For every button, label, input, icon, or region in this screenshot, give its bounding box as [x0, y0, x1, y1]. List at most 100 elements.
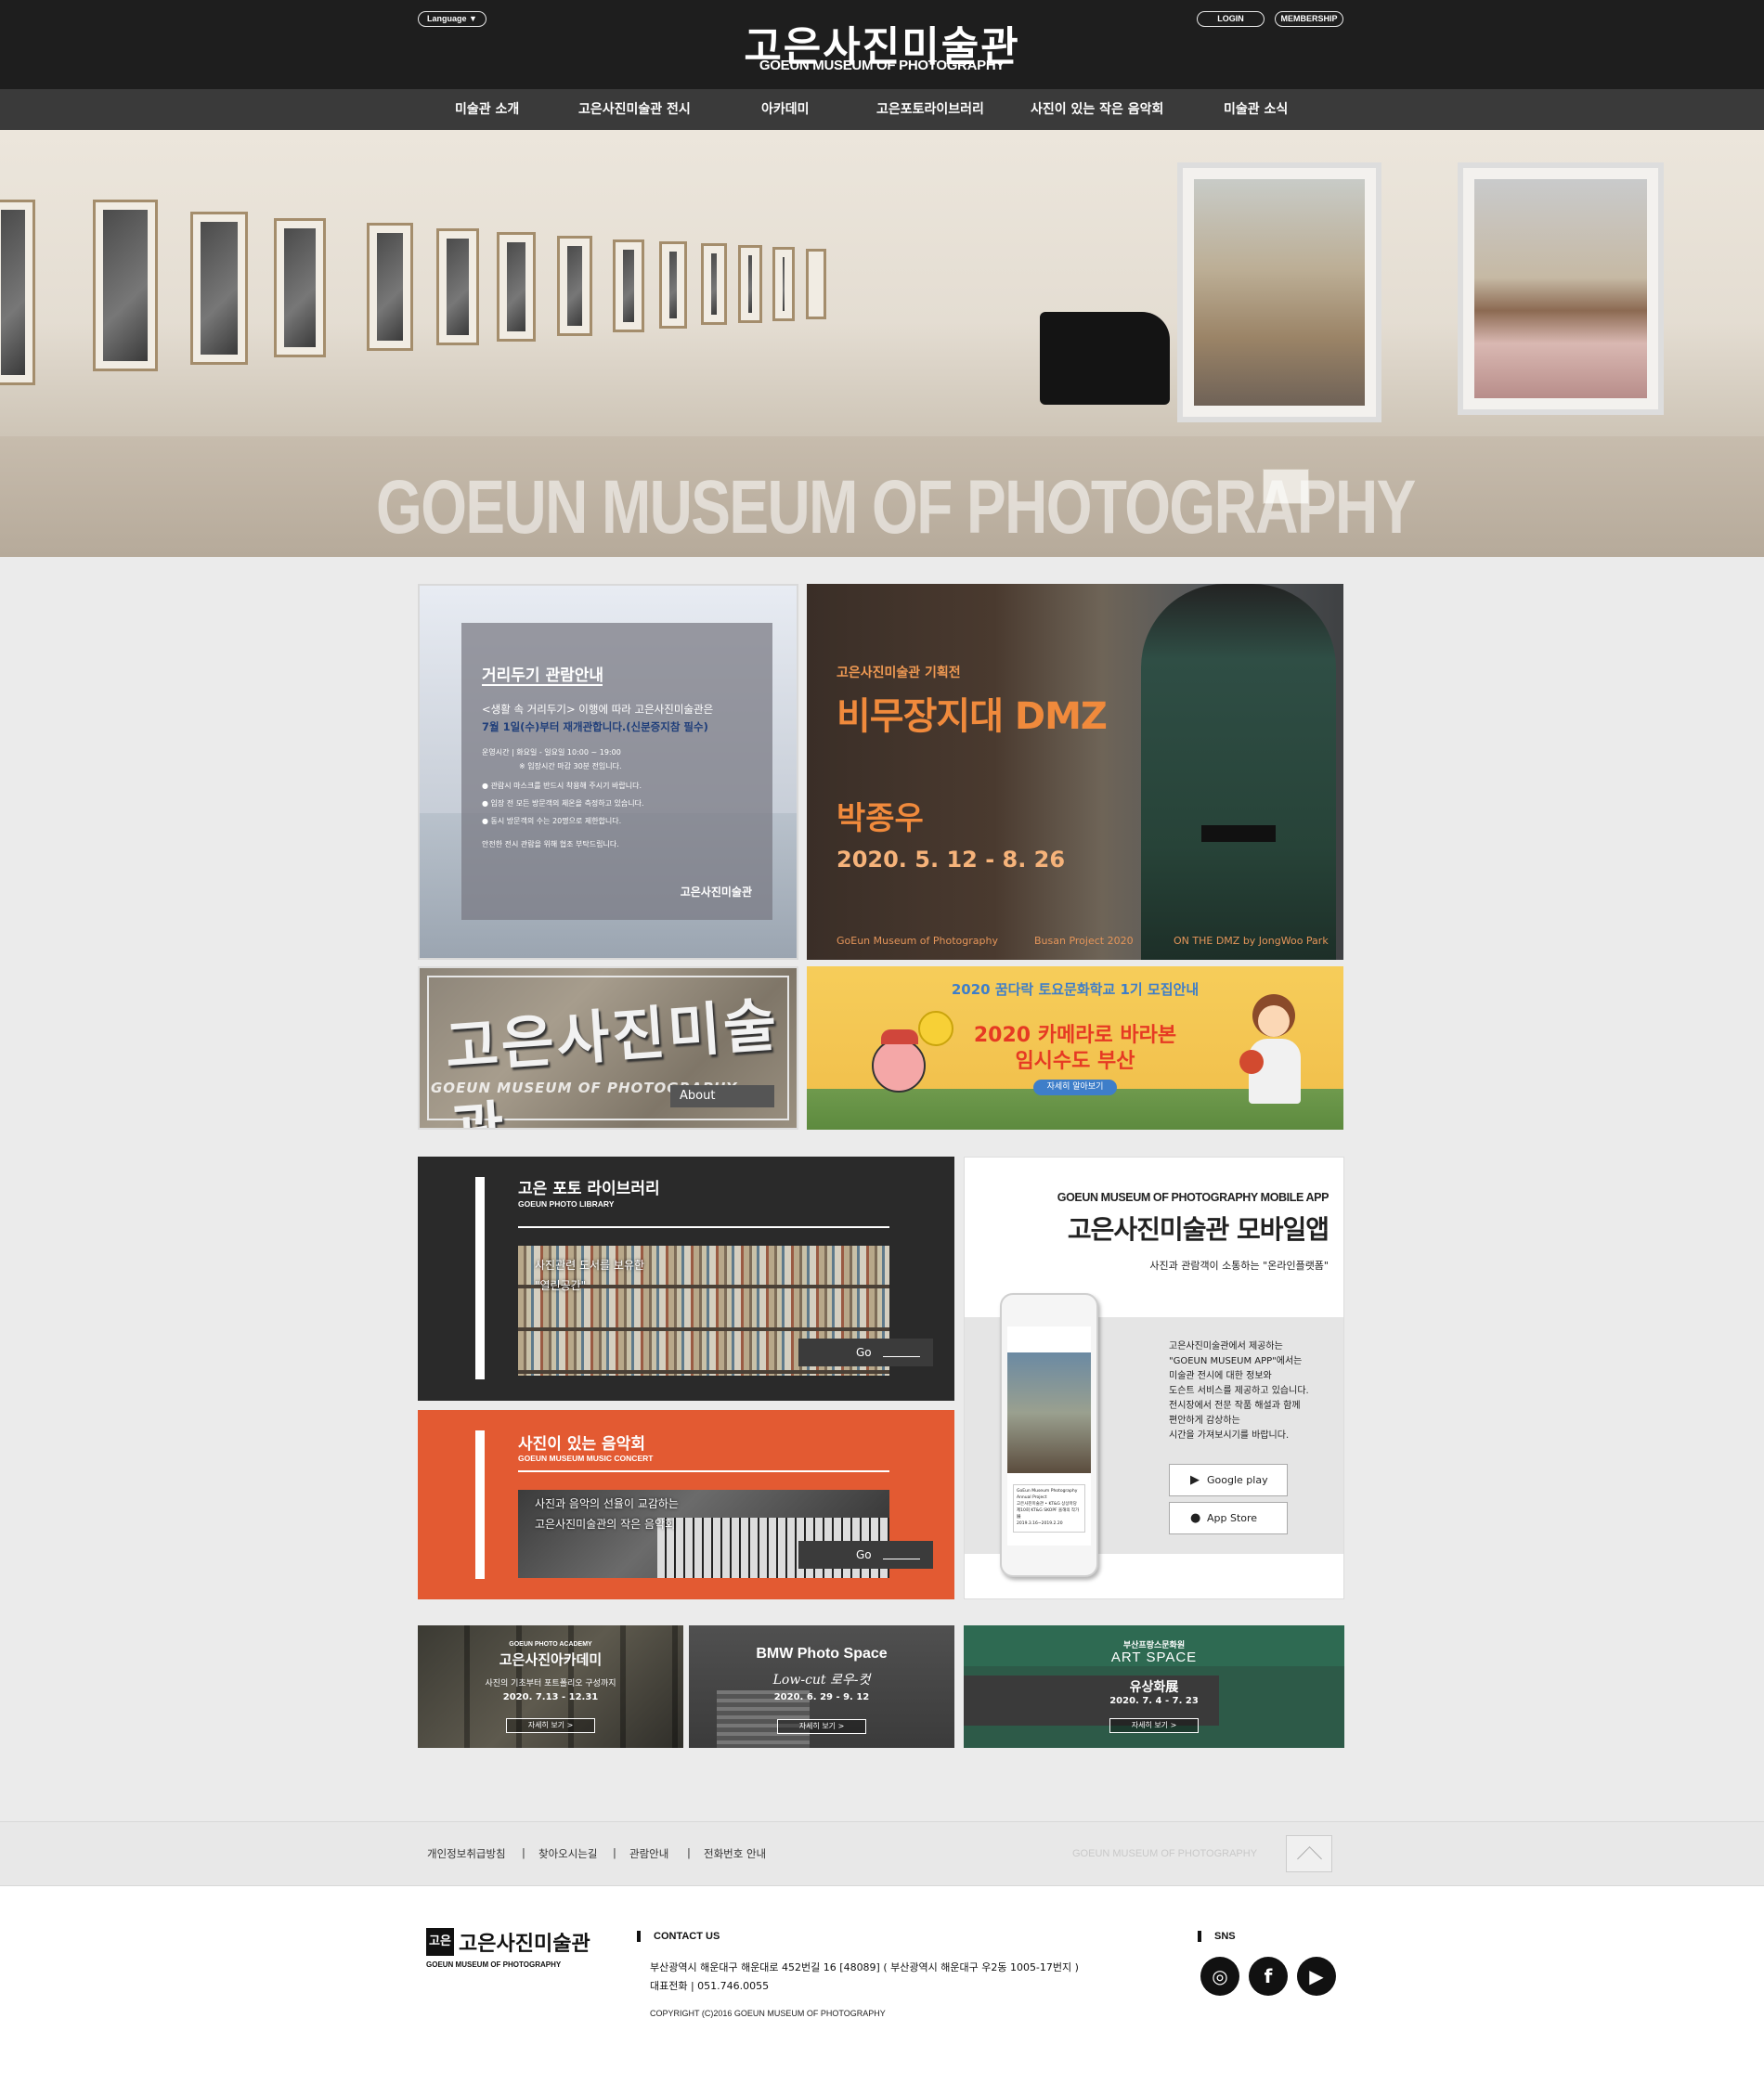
art-space-banner[interactable]: 부산프랑스문화원 ART SPACE 유상화展 2020. 7. 4 - 7. … [964, 1625, 1344, 1748]
nav-item-photo-library[interactable]: 고은포토라이브러리 [876, 89, 984, 130]
notice-hours: 운영시간 | 화요일 - 일요일 10:00 ~ 19:00 [482, 748, 621, 757]
notice-line-2: 7월 1일(수)부터 재개관합니다.(신분증지참 필수) [482, 720, 708, 733]
language-button[interactable]: Language ▼ [418, 11, 486, 27]
phone-mockup: GoEun Museum Photography Annual Project 고… [1000, 1293, 1098, 1577]
main-navigation: 미술관 소개 고은사진미술관 전시 아카데미 고은포토라이브러리 사진이 있는 … [0, 89, 1764, 130]
concert-title: 사진이 있는 음악회 [518, 1435, 645, 1454]
dmz-artist: 박종우 [837, 800, 924, 837]
instagram-icon[interactable]: ◎ [1200, 1957, 1239, 1996]
library-title: 고은 포토 라이브러리 [518, 1180, 660, 1198]
phone-number: 대표전화 | 051.746.0055 [650, 1980, 770, 1992]
phone-exhibition-card: GoEun Museum Photography Annual Project 고… [1013, 1484, 1085, 1533]
site-logo-english[interactable]: GOEUN MUSEUM OF PHOTOGRAPHY [650, 58, 1114, 73]
site-footer: 고은 고은사진미술관 GOEUN MUSEUM OF PHOTOGRAPHY C… [0, 1886, 1764, 2083]
dmz-dates: 2020. 5. 12 - 8. 26 [837, 847, 1066, 873]
photo-academy-banner[interactable]: GOEUN PHOTO ACADEMY 고은사진아카데미 사진의 기초부터 포트… [418, 1625, 683, 1748]
gallery-frame [436, 228, 479, 345]
photo-library-section[interactable]: 고은 포토 라이브러리 GOEUN PHOTO LIBRARY 사진관련 도서를… [418, 1157, 954, 1401]
mobile-app-section[interactable]: GOEUN MUSEUM OF PHOTOGRAPHY MOBILE APP 고… [964, 1157, 1344, 1599]
academy-desc: 사진의 기초부터 포트폴리오 구성까지 [485, 1679, 616, 1688]
copyright: COPYRIGHT (C)2016 GOEUN MUSEUM OF PHOTOG… [650, 2009, 886, 2018]
facebook-icon[interactable]: f [1249, 1957, 1288, 1996]
bmw-more-button[interactable]: 자세히 보기 > [777, 1719, 866, 1734]
app-title-korean: 고은사진미술관 모바일앱 [1067, 1214, 1329, 1245]
library-subtitle: GOEUN PHOTO LIBRARY [518, 1199, 615, 1209]
concert-go-button[interactable]: Go [798, 1541, 933, 1569]
contact-info: 부산광역시 해운대구 해운대로 452번길 16 [48089] ( 부산광역시… [650, 1959, 1079, 1996]
gallery-frame [93, 200, 158, 371]
library-image-caption: 사진관련 도서를 보유한 "열린공간" [535, 1259, 645, 1292]
phone-guide-link[interactable]: 전화번호 안내 [704, 1846, 766, 1861]
academy-title: 고은사진아카데미 [499, 1651, 603, 1668]
bmw-photo-space-banner[interactable]: BMW Photo Space Low-cut 로우-컷 2020. 6. 29… [689, 1625, 954, 1748]
academy-en: GOEUN PHOTO ACADEMY [509, 1641, 592, 1648]
notice-rule: ● 동시 방문객의 수는 20명으로 제한합니다. [482, 817, 622, 825]
library-divider [518, 1226, 889, 1228]
gallery-frame [613, 239, 644, 332]
app-subtitle: 사진과 관람객이 소통하는 "온라인플랫폼" [1149, 1260, 1329, 1272]
concert-subtitle: GOEUN MUSEUM MUSIC CONCERT [518, 1454, 654, 1463]
dmz-footer-museum: GoEun Museum of Photography [837, 935, 998, 947]
notice-line-1: <생활 속 거리두기> 이행에 따라 고은사진미술관은 [482, 703, 714, 716]
app-store-button[interactable]: ● App Store [1169, 1502, 1288, 1534]
google-play-icon: ▶ [1190, 1473, 1200, 1487]
about-museum-banner[interactable]: 고은사진미술관 GOEUN MUSEUM OF PHOTOGRAPHY Abou… [418, 966, 798, 1130]
phone-screen-photo [1007, 1352, 1091, 1473]
youtube-icon[interactable]: ▶ [1297, 1957, 1336, 1996]
privacy-policy-link[interactable]: 개인정보취급방침 [427, 1846, 506, 1861]
scroll-top-button[interactable] [1286, 1835, 1332, 1872]
nav-item-news[interactable]: 미술관 소식 [1224, 89, 1288, 130]
gallery-frame [367, 223, 413, 351]
hero-overlay-text: GOEUN MUSEUM OF PHOTOGRAPHY [376, 465, 1416, 550]
academy-dates: 2020. 7.13 - 12.31 [502, 1692, 599, 1702]
notice-overlay-box: 거리두기 관람안내 <생활 속 거리두기> 이행에 따라 고은사진미술관은 7월… [461, 623, 772, 920]
gallery-frame [0, 200, 35, 385]
gallery-frame [659, 241, 687, 329]
gallery-frame [738, 245, 762, 323]
visitor-info-link[interactable]: 관람안내 [629, 1846, 668, 1861]
nav-item-academy[interactable]: 아카데미 [761, 89, 810, 130]
dmz-footer-credit: ON THE DMZ by JongWoo Park [1174, 935, 1329, 947]
large-photograph [1458, 162, 1664, 415]
about-button[interactable]: About [670, 1085, 774, 1107]
footer-logo-english: GOEUN MUSEUM OF PHOTOGRAPHY [426, 1960, 562, 1969]
sns-heading: SNS [1198, 1931, 1236, 1942]
art-space-more-button[interactable]: 자세히 보기 > [1109, 1718, 1199, 1733]
piano [1040, 312, 1170, 405]
soldier-belt [1201, 825, 1276, 842]
library-go-button[interactable]: Go [798, 1339, 933, 1366]
music-concert-section[interactable]: 사진이 있는 음악회 GOEUN MUSEUM MUSIC CONCERT 사진… [418, 1410, 954, 1599]
app-title-english: GOEUN MUSEUM OF PHOTOGRAPHY MOBILE APP [1057, 1191, 1329, 1204]
footer-brand-text: GOEUN MUSEUM OF PHOTOGRAPHY [1072, 1848, 1258, 1859]
school-more-button[interactable]: 자세히 알아보기 [1033, 1080, 1117, 1095]
academy-more-button[interactable]: 자세히 보기 > [506, 1718, 595, 1733]
accent-bar [475, 1430, 485, 1579]
girl-guitar-illustration [1239, 994, 1304, 1115]
footer-separator: | [613, 1846, 616, 1859]
large-photograph [1177, 162, 1381, 422]
gallery-frame [772, 247, 795, 321]
bmw-dates: 2020. 6. 29 - 9. 12 [773, 1692, 870, 1702]
membership-button[interactable]: MEMBERSHIP [1275, 11, 1343, 27]
soldier-photo [1141, 584, 1336, 960]
notice-closing: 안전한 전시 관람을 위해 협조 부탁드립니다. [482, 840, 619, 848]
distancing-notice-banner[interactable]: 거리두기 관람안내 <생활 속 거리두기> 이행에 따라 고은사진미술관은 7월… [418, 584, 798, 960]
login-button[interactable]: LOGIN [1197, 11, 1265, 27]
dmz-footer-project: Busan Project 2020 [1034, 935, 1134, 947]
dmz-exhibition-banner[interactable]: 고은사진미술관 기획전 비무장지대 DMZ 박종우 2020. 5. 12 - … [807, 584, 1343, 960]
nav-item-exhibitions[interactable]: 고은사진미술관 전시 [578, 89, 691, 130]
gallery-frame [497, 232, 536, 342]
footer-logo-korean: 고은사진미술관 [459, 1933, 590, 1956]
directions-link[interactable]: 찾아오시는길 [538, 1846, 597, 1861]
accent-bar [475, 1177, 485, 1379]
saturday-school-banner[interactable]: 2020 꿈다락 토요문화학교 1기 모집안내 2020 카메라로 바라본 임시… [807, 966, 1343, 1130]
phone-screen: GoEun Museum Photography Annual Project 고… [1007, 1326, 1091, 1546]
nav-item-about[interactable]: 미술관 소개 [455, 89, 519, 130]
notice-title: 거리두기 관람안내 [482, 666, 604, 685]
notice-hours-note: ※ 입장시간 마감 30분 전입니다. [519, 762, 622, 770]
google-play-button[interactable]: ▶ Google play [1169, 1464, 1288, 1496]
nav-item-music-concert[interactable]: 사진이 있는 작은 음악회 [1031, 89, 1163, 130]
art-space-dates: 2020. 7. 4 - 7. 23 [1109, 1696, 1199, 1706]
dmz-subtitle: 고은사진미술관 기획전 [837, 666, 961, 680]
bmw-subtitle: Low-cut 로우-컷 [772, 1673, 871, 1688]
